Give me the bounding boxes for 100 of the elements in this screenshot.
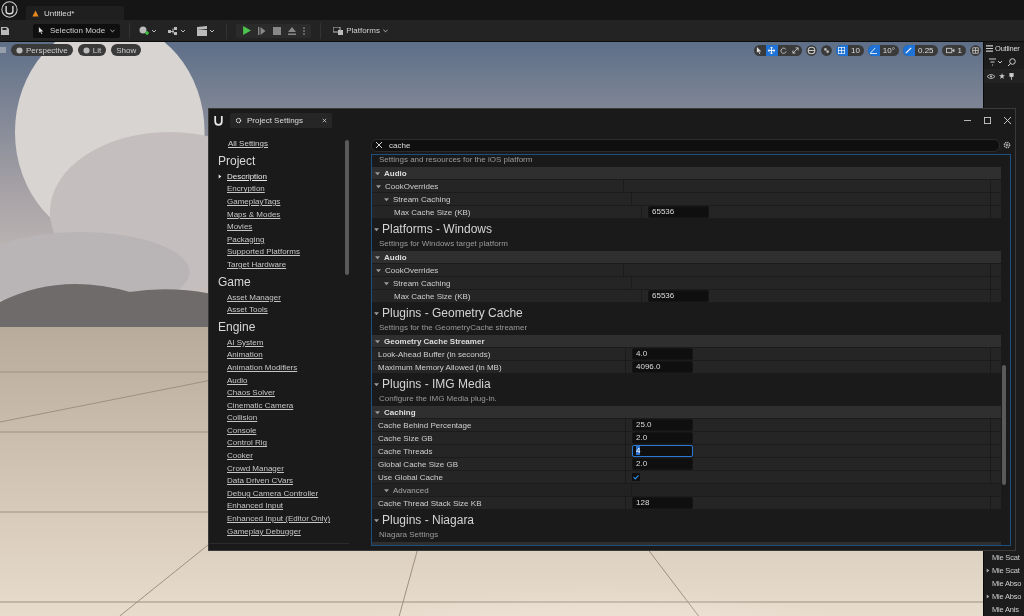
eject-icon[interactable] bbox=[288, 26, 297, 35]
scrollbar[interactable] bbox=[1002, 365, 1006, 485]
close-icon[interactable] bbox=[322, 117, 327, 123]
angle-snap-toggle[interactable]: 10° bbox=[867, 44, 899, 56]
caret-icon[interactable] bbox=[375, 409, 380, 415]
group-row[interactable]: Stream Caching bbox=[372, 277, 1001, 290]
platforms-dropdown[interactable]: Platforms bbox=[330, 26, 391, 35]
play-icon[interactable] bbox=[242, 26, 252, 35]
nav-link[interactable]: Movies bbox=[227, 222, 253, 232]
engine-logo-icon[interactable] bbox=[1, 1, 18, 18]
nav-link[interactable]: GameplayTags bbox=[227, 197, 281, 206]
group-row[interactable]: Stream Caching bbox=[372, 193, 1001, 206]
nav-link[interactable]: Cooker bbox=[227, 451, 253, 461]
nav-link[interactable]: Audio bbox=[227, 375, 248, 385]
caret-icon[interactable] bbox=[384, 196, 389, 202]
category-header[interactable]: Audio bbox=[372, 167, 1001, 180]
maximize-icon[interactable] bbox=[984, 116, 991, 124]
category-header[interactable]: Audio bbox=[372, 251, 1001, 264]
caret-icon[interactable] bbox=[376, 183, 381, 189]
nav-link[interactable]: Animation bbox=[227, 350, 263, 360]
number-field[interactable]: 4 bbox=[632, 445, 693, 457]
nav-link[interactable]: Asset Manager bbox=[227, 292, 281, 302]
nav-link[interactable]: Enhanced Input bbox=[227, 501, 284, 511]
viewport-chip[interactable]: Perspective bbox=[11, 44, 73, 56]
nav-link[interactable]: Cinematic Camera bbox=[227, 400, 294, 410]
number-field[interactable]: 25.0 bbox=[632, 419, 693, 431]
star-icon[interactable] bbox=[999, 73, 1005, 79]
number-field[interactable]: 65536 bbox=[648, 206, 709, 218]
globe-icon[interactable] bbox=[805, 44, 817, 56]
expand-arrow-icon[interactable] bbox=[986, 594, 990, 599]
scrollbar[interactable] bbox=[345, 140, 349, 275]
checkbox[interactable] bbox=[632, 473, 640, 481]
number-field[interactable]: 2.0 bbox=[632, 432, 693, 444]
nav-link[interactable]: Description bbox=[227, 171, 267, 181]
section-description: Niagara Settings bbox=[378, 530, 440, 541]
group-row[interactable]: CookOverrides bbox=[372, 264, 1001, 277]
category-header[interactable]: Geometry Cache Streamer bbox=[372, 335, 1001, 348]
nav-link[interactable]: Encryption bbox=[227, 184, 265, 194]
scale-snap-toggle[interactable]: 0.25 bbox=[902, 44, 938, 56]
surface-snap-icon[interactable] bbox=[820, 44, 832, 56]
caret-icon[interactable] bbox=[384, 280, 389, 286]
nav-link[interactable]: Data Driven CVars bbox=[227, 476, 294, 486]
nav-link[interactable]: All Settings bbox=[228, 138, 269, 150]
nav-link[interactable]: Chaos Solver bbox=[227, 388, 276, 398]
category-header[interactable]: Caching bbox=[372, 406, 1001, 419]
nav-link[interactable]: Control Rig bbox=[227, 438, 267, 448]
save-icon[interactable] bbox=[1, 26, 9, 35]
nav-link[interactable]: Collision bbox=[227, 413, 258, 423]
nav-link[interactable]: Debug Camera Controller bbox=[227, 488, 319, 498]
caret-icon[interactable] bbox=[374, 226, 379, 232]
layout-icon[interactable] bbox=[970, 44, 981, 56]
pin-icon[interactable] bbox=[1009, 72, 1014, 80]
number-field[interactable]: 4096.0 bbox=[632, 361, 693, 373]
caret-icon[interactable] bbox=[376, 267, 381, 273]
nav-link[interactable]: AI System bbox=[227, 337, 264, 347]
caret-icon[interactable] bbox=[375, 338, 380, 344]
nav-link[interactable]: Target Hardware bbox=[227, 259, 287, 269]
nav-link[interactable]: Packaging bbox=[227, 234, 265, 244]
settings-icon[interactable] bbox=[1003, 141, 1011, 149]
search-icon[interactable] bbox=[1008, 58, 1016, 66]
nav-link[interactable]: Maps & Modes bbox=[227, 209, 281, 219]
caret-icon[interactable] bbox=[374, 517, 379, 523]
grid-snap-toggle[interactable]: 10 bbox=[835, 44, 864, 56]
number-field[interactable]: 128 bbox=[632, 497, 693, 509]
filter-icon[interactable] bbox=[989, 58, 1003, 66]
property-label: Max Cache Size (KB) bbox=[394, 207, 471, 217]
nav-link[interactable]: Asset Tools bbox=[227, 305, 268, 315]
rotate-tool-icon[interactable] bbox=[777, 44, 790, 56]
nav-link[interactable]: Supported Platforms bbox=[227, 247, 300, 257]
eye-icon[interactable] bbox=[987, 73, 995, 79]
clear-icon[interactable] bbox=[376, 142, 382, 148]
move-tool-icon[interactable] bbox=[765, 44, 778, 56]
number-field[interactable]: 65536 bbox=[648, 290, 709, 302]
viewport-chip[interactable]: Show bbox=[111, 44, 142, 56]
caret-icon[interactable] bbox=[375, 254, 380, 260]
nav-link[interactable]: Gameplay Debugger bbox=[227, 526, 301, 536]
advanced-row[interactable]: Advanced bbox=[372, 484, 1001, 497]
step-icon[interactable] bbox=[258, 26, 267, 35]
number-field[interactable]: 4.0 bbox=[632, 348, 693, 360]
selection-mode-dropdown[interactable]: Selection Mode bbox=[33, 23, 121, 38]
settings-tab[interactable]: Project Settings bbox=[230, 112, 332, 128]
caret-icon[interactable] bbox=[375, 170, 380, 176]
scale-tool-icon[interactable] bbox=[789, 44, 802, 56]
nav-link[interactable]: Console bbox=[227, 425, 257, 435]
nav-link[interactable]: Enhanced Input (Editor Only) bbox=[227, 514, 331, 524]
level-tab[interactable]: Untitled* bbox=[26, 6, 124, 20]
caret-icon[interactable] bbox=[374, 310, 379, 316]
camera-icon bbox=[945, 46, 955, 54]
close-icon[interactable] bbox=[1004, 116, 1011, 124]
group-row[interactable]: CookOverrides bbox=[372, 180, 1001, 193]
caret-icon[interactable] bbox=[374, 381, 379, 387]
section-title: Platforms - Windows bbox=[382, 222, 493, 236]
search-field[interactable]: cache bbox=[371, 138, 1000, 152]
camera-speed-button[interactable]: 1 bbox=[941, 44, 966, 56]
nav-link[interactable]: Animation Modifiers bbox=[227, 362, 298, 372]
nav-link[interactable]: Crowd Manager bbox=[227, 463, 284, 473]
expand-arrow-icon[interactable] bbox=[986, 568, 990, 573]
caret-icon[interactable] bbox=[384, 487, 389, 493]
stop-icon[interactable] bbox=[273, 26, 282, 35]
number-field[interactable]: 2.0 bbox=[632, 458, 693, 470]
